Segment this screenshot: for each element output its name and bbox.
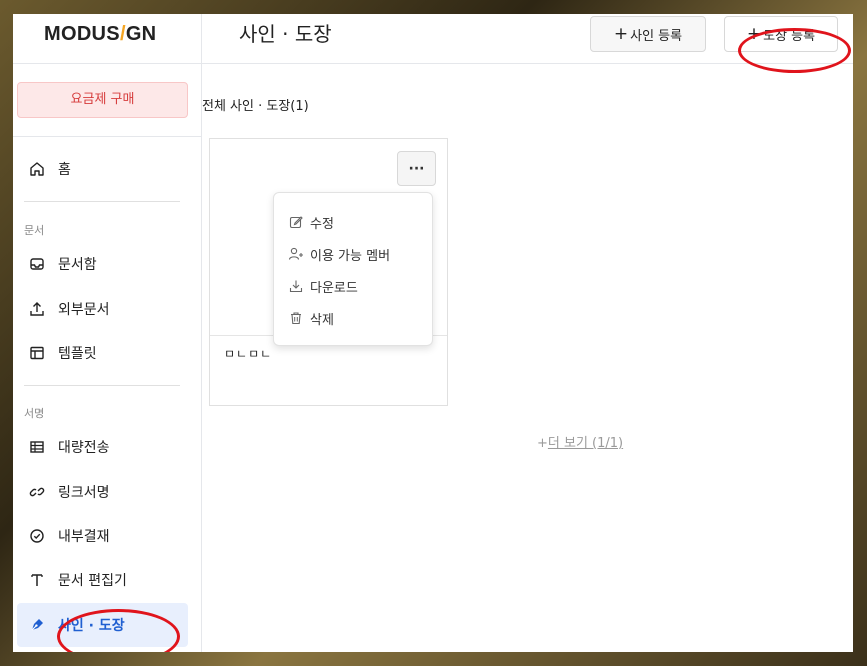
add-user-icon — [288, 246, 304, 262]
menu-item-label: 이용 가능 멤버 — [310, 248, 391, 264]
menu-item-label: 삭제 — [310, 312, 334, 328]
more-options-button[interactable]: ··· — [397, 151, 436, 186]
table-icon — [27, 437, 47, 457]
inbox-icon — [27, 254, 47, 274]
sidebar-item-label: 외부문서 — [58, 302, 110, 318]
add-sign-button[interactable]: + 사인 등록 — [590, 16, 706, 52]
menu-item-delete[interactable]: 삭제 — [288, 306, 334, 330]
section-label-docs: 문서 — [24, 224, 45, 237]
card-name: ㅁㄴㅁㄴ — [224, 347, 273, 361]
page-title: 사인 · 도장 — [239, 22, 332, 46]
sidebar-item-internal-approval[interactable]: 내부결재 — [17, 516, 188, 556]
divider — [24, 385, 180, 386]
menu-item-members[interactable]: 이용 가능 멤버 — [288, 242, 390, 266]
sidebar-item-label: 대량전송 — [58, 440, 110, 456]
trash-icon — [288, 310, 304, 326]
sidebar-item-label: 홈 — [58, 162, 71, 178]
pen-nib-icon — [27, 615, 47, 635]
ellipsis-icon: ··· — [408, 160, 425, 177]
sidebar-item-templates[interactable]: 템플릿 — [17, 333, 188, 373]
load-more-label: 더 보기 (1/1) — [547, 436, 624, 451]
divider — [13, 136, 202, 137]
sidebar: MODUS/GN 요금제 구매 홈 문서 문서함 외부문서 템플릿 서명 대량전… — [13, 14, 202, 652]
sidebar-item-home[interactable]: 홈 — [17, 149, 188, 189]
annotation-circle — [738, 28, 851, 73]
home-icon — [27, 159, 47, 179]
sidebar-item-label: 템플릿 — [58, 346, 97, 362]
plus-icon: + — [613, 23, 629, 44]
menu-item-edit[interactable]: 수정 — [288, 210, 334, 234]
all-count-label: 전체 사인 · 도장(1) — [202, 99, 309, 114]
upload-icon — [27, 299, 47, 319]
plan-purchase-button[interactable]: 요금제 구매 — [17, 82, 188, 118]
sidebar-item-label: 문서함 — [58, 257, 97, 273]
divider — [13, 63, 202, 64]
context-menu: 수정 이용 가능 멤버 다운로드 삭제 — [273, 192, 433, 346]
logo[interactable]: MODUS/GN — [44, 20, 156, 48]
download-icon — [288, 278, 304, 294]
divider — [24, 201, 180, 202]
sidebar-item-label: 문서 편집기 — [58, 573, 127, 589]
link-icon — [27, 482, 47, 502]
text-icon — [27, 570, 47, 590]
sidebar-item-label: 내부결재 — [58, 529, 110, 545]
sidebar-item-documents[interactable]: 문서함 — [17, 244, 188, 284]
sidebar-item-label: 링크서명 — [58, 485, 110, 501]
section-label-sign: 서명 — [24, 407, 45, 420]
sidebar-item-external-docs[interactable]: 외부문서 — [17, 289, 188, 329]
sidebar-item-document-editor[interactable]: 문서 편집기 — [17, 560, 188, 600]
add-sign-label: 사인 등록 — [630, 28, 683, 44]
menu-item-label: 다운로드 — [310, 280, 358, 296]
load-more-link[interactable]: +더 보기 (1/1) — [537, 432, 623, 451]
app-window: MODUS/GN 요금제 구매 홈 문서 문서함 외부문서 템플릿 서명 대량전… — [13, 14, 853, 652]
menu-item-label: 수정 — [310, 216, 334, 232]
logo-text-left: MODUS — [44, 23, 120, 45]
sidebar-item-bulk-send[interactable]: 대량전송 — [17, 427, 188, 467]
edit-icon — [288, 214, 304, 230]
menu-item-download[interactable]: 다운로드 — [288, 274, 358, 298]
plus-icon: + — [537, 436, 548, 451]
sidebar-item-link-sign[interactable]: 링크서명 — [17, 472, 188, 512]
template-icon — [27, 343, 47, 363]
check-circle-icon — [27, 526, 47, 546]
logo-text-right: GN — [125, 23, 157, 45]
